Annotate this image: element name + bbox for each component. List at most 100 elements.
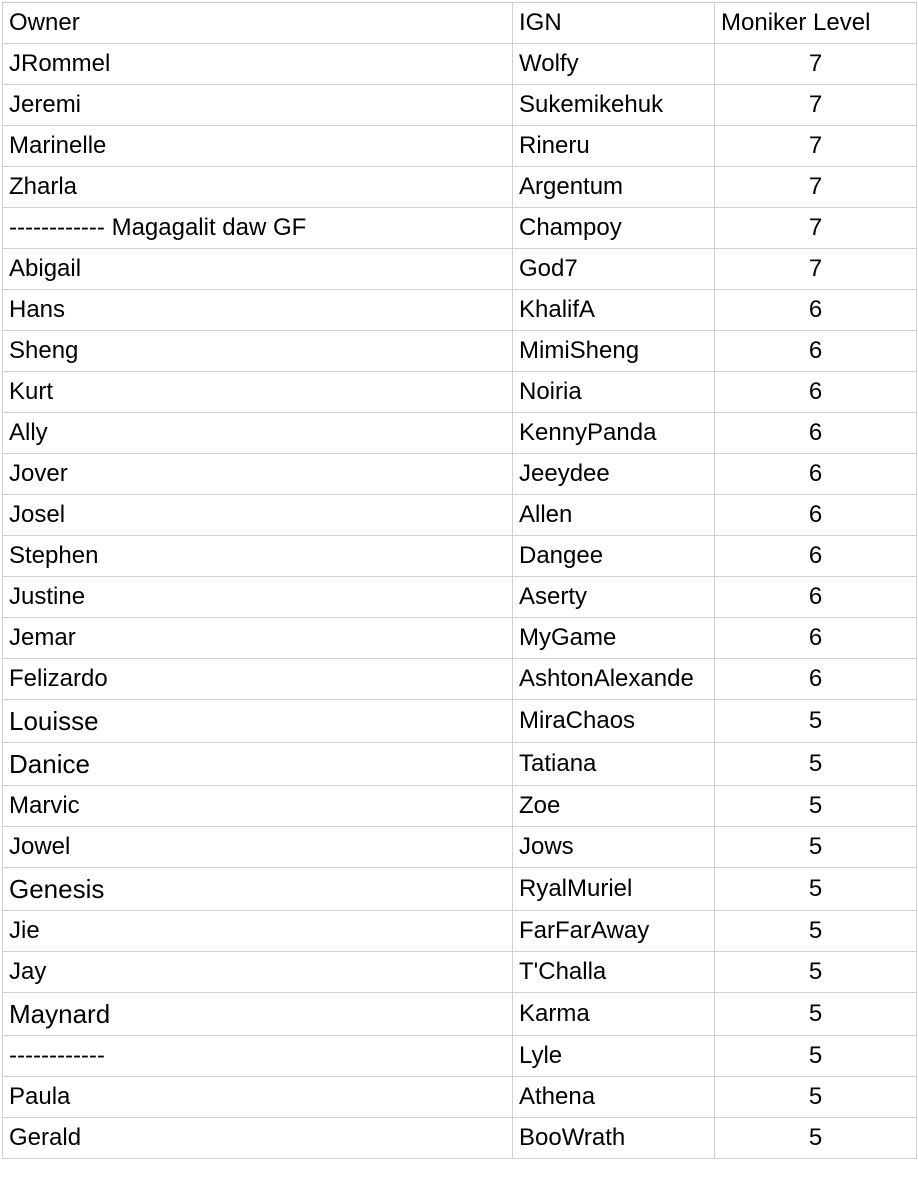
owner-cell[interactable]: Jay (2, 951, 513, 993)
ign-cell[interactable]: Champoy (512, 207, 715, 249)
owner-cell[interactable]: Jeremi (2, 84, 513, 126)
moniker-level-cell[interactable]: 7 (714, 125, 917, 167)
moniker-level-cell[interactable]: 5 (714, 785, 917, 827)
ign-cell[interactable]: AshtonAlexande (512, 658, 715, 700)
ign-cell[interactable]: T'Challa (512, 951, 715, 993)
table-row: Justine Aserty 6 (2, 576, 917, 618)
moniker-level-cell[interactable]: 5 (714, 699, 917, 743)
owner-cell[interactable]: Paula (2, 1076, 513, 1118)
owner-cell[interactable]: Hans (2, 289, 513, 331)
ign-cell[interactable]: Aserty (512, 576, 715, 618)
ign-cell[interactable]: MimiSheng (512, 330, 715, 372)
table-row: Kurt Noiria 6 (2, 371, 917, 413)
ign-cell[interactable]: Dangee (512, 535, 715, 577)
owner-cell[interactable]: Josel (2, 494, 513, 536)
owner-cell[interactable]: JRommel (2, 43, 513, 85)
moniker-level-cell[interactable]: 7 (714, 248, 917, 290)
owner-cell[interactable]: Stephen (2, 535, 513, 577)
table-row: Stephen Dangee 6 (2, 535, 917, 577)
table-row: Genesis RyalMuriel 5 (2, 867, 917, 911)
moniker-level-cell[interactable]: 6 (714, 412, 917, 454)
table-row: Danice Tatiana 5 (2, 742, 917, 786)
ign-cell[interactable]: Lyle (512, 1035, 715, 1077)
moniker-level-cell[interactable]: 5 (714, 951, 917, 993)
owner-cell[interactable]: Justine (2, 576, 513, 618)
owner-header-cell[interactable]: Owner (2, 2, 513, 44)
ign-cell[interactable]: Jeeydee (512, 453, 715, 495)
ign-cell[interactable]: Jows (512, 826, 715, 868)
ign-cell[interactable]: Wolfy (512, 43, 715, 85)
ign-cell[interactable]: Tatiana (512, 742, 715, 786)
table-row: Felizardo AshtonAlexande 6 (2, 658, 917, 700)
ign-cell[interactable]: MyGame (512, 617, 715, 659)
moniker-level-cell[interactable]: 6 (714, 576, 917, 618)
ign-cell[interactable]: Rineru (512, 125, 715, 167)
moniker-level-cell[interactable]: 5 (714, 1035, 917, 1077)
ign-cell[interactable]: KennyPanda (512, 412, 715, 454)
ign-cell[interactable]: Zoe (512, 785, 715, 827)
owner-cell[interactable]: Jover (2, 453, 513, 495)
table-row: ------------ Lyle 5 (2, 1035, 917, 1077)
ign-cell[interactable]: Argentum (512, 166, 715, 208)
moniker-level-cell[interactable]: 5 (714, 1117, 917, 1159)
owner-cell[interactable]: Kurt (2, 371, 513, 413)
moniker-level-cell[interactable]: 6 (714, 658, 917, 700)
ign-cell[interactable]: Allen (512, 494, 715, 536)
owner-cell[interactable]: Danice (2, 742, 513, 786)
owner-cell[interactable]: Marvic (2, 785, 513, 827)
ign-cell[interactable]: FarFarAway (512, 910, 715, 952)
ign-cell[interactable]: MiraChaos (512, 699, 715, 743)
ign-cell[interactable]: Karma (512, 992, 715, 1036)
ign-cell[interactable]: BooWrath (512, 1117, 715, 1159)
owner-cell[interactable]: Gerald (2, 1117, 513, 1159)
table-row: Abigail God7 7 (2, 248, 917, 290)
owner-cell[interactable]: Jowel (2, 826, 513, 868)
moniker-level-cell[interactable]: 7 (714, 43, 917, 85)
table-row: Marinelle Rineru 7 (2, 125, 917, 167)
moniker-level-cell[interactable]: 5 (714, 742, 917, 786)
owner-cell[interactable]: Jie (2, 910, 513, 952)
owner-cell[interactable]: Genesis (2, 867, 513, 911)
table-row: Paula Athena 5 (2, 1076, 917, 1118)
ign-cell[interactable]: KhalifA (512, 289, 715, 331)
moniker-level-cell[interactable]: 5 (714, 1076, 917, 1118)
moniker-level-cell[interactable]: 7 (714, 84, 917, 126)
moniker-level-cell[interactable]: 5 (714, 910, 917, 952)
owner-cell[interactable]: Jemar (2, 617, 513, 659)
ign-cell[interactable]: Sukemikehuk (512, 84, 715, 126)
moniker-level-cell[interactable]: 6 (714, 453, 917, 495)
ign-cell[interactable]: Noiria (512, 371, 715, 413)
table-row: Maynard Karma 5 (2, 992, 917, 1036)
owner-cell[interactable]: Abigail (2, 248, 513, 290)
moniker-level-cell[interactable]: 6 (714, 289, 917, 331)
moniker-level-cell[interactable]: 6 (714, 494, 917, 536)
owner-cell[interactable]: Ally (2, 412, 513, 454)
table-row: Jover Jeeydee 6 (2, 453, 917, 495)
owner-cell[interactable]: ------------ Magagalit daw GF (2, 207, 513, 249)
owner-cell[interactable]: Louisse (2, 699, 513, 743)
owner-cell[interactable]: Sheng (2, 330, 513, 372)
moniker-level-header-cell[interactable]: Moniker Level (714, 2, 917, 44)
owner-cell[interactable]: Felizardo (2, 658, 513, 700)
spreadsheet-table: Owner IGN Moniker Level JRommel Wolfy 7 Jer… (2, 2, 917, 1159)
moniker-level-cell[interactable]: 6 (714, 330, 917, 372)
ign-header-cell[interactable]: IGN (512, 2, 715, 44)
ign-cell[interactable]: Athena (512, 1076, 715, 1118)
table-body: Owner IGN Moniker Level JRommel Wolfy 7 Jer… (2, 2, 917, 1159)
moniker-level-cell[interactable]: 5 (714, 826, 917, 868)
moniker-level-cell[interactable]: 7 (714, 207, 917, 249)
moniker-level-cell[interactable]: 6 (714, 535, 917, 577)
moniker-level-cell[interactable]: 6 (714, 371, 917, 413)
table-row: Jay T'Challa 5 (2, 951, 917, 993)
moniker-level-cell[interactable]: 7 (714, 166, 917, 208)
table-row: Jeremi Sukemikehuk 7 (2, 84, 917, 126)
moniker-level-cell[interactable]: 5 (714, 867, 917, 911)
moniker-level-cell[interactable]: 6 (714, 617, 917, 659)
owner-cell[interactable]: ------------ (2, 1035, 513, 1077)
owner-cell[interactable]: Maynard (2, 992, 513, 1036)
moniker-level-cell[interactable]: 5 (714, 992, 917, 1036)
owner-cell[interactable]: Marinelle (2, 125, 513, 167)
owner-cell[interactable]: Zharla (2, 166, 513, 208)
ign-cell[interactable]: RyalMuriel (512, 867, 715, 911)
ign-cell[interactable]: God7 (512, 248, 715, 290)
